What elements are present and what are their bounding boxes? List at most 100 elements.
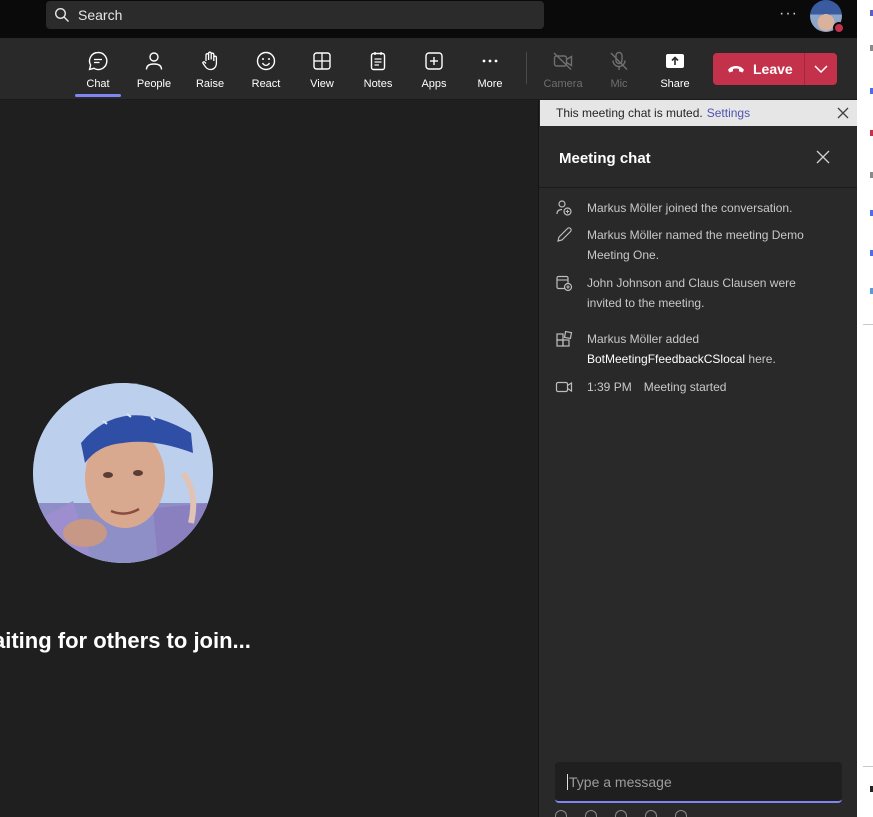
react-label: React: [251, 78, 281, 90]
meeting-stage: aiting for others to join...: [0, 100, 538, 817]
settings-link[interactable]: Settings: [707, 106, 750, 120]
search-box[interactable]: Search: [46, 1, 544, 29]
participant-avatar: [33, 383, 213, 563]
share-button[interactable]: Share: [650, 50, 700, 94]
mic-label: Mic: [610, 78, 628, 90]
apps-button[interactable]: Apps: [409, 50, 459, 94]
waiting-message: aiting for others to join...: [0, 628, 251, 653]
toolbar-divider: [526, 52, 527, 84]
apps-label: Apps: [421, 78, 447, 90]
event-time: 1:39 PM: [587, 380, 632, 394]
leave-button-group: Leave: [713, 53, 837, 85]
edge-divider: [863, 324, 873, 325]
event-text: Markus Möller joined the conversation.: [587, 198, 792, 218]
notes-label: Notes: [363, 78, 393, 90]
video-icon: [555, 381, 573, 393]
leave-label: Leave: [753, 61, 793, 77]
close-icon[interactable]: [836, 106, 850, 120]
bot-name[interactable]: BotMeetingFfeedbackCSlocal: [587, 352, 745, 366]
chat-label: Chat: [86, 78, 110, 90]
chat-event: John Johnson and Claus Clausen were invi…: [555, 273, 845, 313]
chat-title: Meeting chat: [559, 150, 651, 167]
title-bar: Search ···: [0, 0, 857, 38]
raise-label: Raise: [195, 78, 225, 90]
muted-banner-text: This meeting chat is muted.: [556, 106, 703, 120]
chat-event: Markus Möller added BotMeetingFfeedbackC…: [555, 329, 845, 369]
chat-icon: [88, 51, 108, 71]
more-icon: [482, 59, 498, 63]
event-line: Meeting One.: [587, 248, 660, 262]
leave-button[interactable]: Leave: [713, 53, 805, 85]
chat-event: Markus Möller joined the conversation.: [555, 198, 845, 218]
people-button[interactable]: People: [129, 50, 179, 94]
search-label: Search: [78, 7, 123, 23]
sticker-icon[interactable]: [675, 810, 687, 817]
format-icon[interactable]: [555, 810, 567, 817]
mic-off-icon: [610, 51, 628, 70]
gif-icon[interactable]: [645, 810, 657, 817]
camera-button[interactable]: Camera: [538, 50, 588, 94]
event-line: John Johnson and Claus Clausen were: [587, 276, 796, 290]
calendar-add-icon: [556, 275, 573, 292]
status-busy-icon: [833, 22, 845, 34]
attach-icon[interactable]: [585, 810, 597, 817]
user-avatar[interactable]: [810, 0, 845, 34]
event-line-text: Meeting started: [643, 380, 727, 394]
mic-button[interactable]: Mic: [594, 50, 644, 94]
view-icon: [313, 52, 331, 70]
muted-banner: This meeting chat is muted. Settings: [540, 100, 858, 126]
app-add-icon: [556, 330, 573, 347]
leave-options-button[interactable]: [805, 53, 837, 85]
chat-header: Meeting chat: [539, 126, 858, 188]
react-icon: [256, 51, 276, 71]
meeting-toolbar: Chat People Raise React View Notes Apps …: [0, 38, 857, 100]
event-line-rest: here.: [745, 352, 776, 366]
message-placeholder: Type a message: [569, 773, 672, 790]
close-icon[interactable]: [816, 150, 830, 164]
raise-hand-icon: [202, 51, 218, 71]
camera-label: Camera: [543, 78, 583, 90]
background-window-edge: [857, 0, 873, 817]
share-icon: [666, 54, 684, 68]
emoji-icon[interactable]: [615, 810, 627, 817]
event-line: invited to the meeting.: [587, 296, 705, 310]
event-line: Markus Möller added: [587, 332, 700, 346]
more-options-icon[interactable]: ···: [779, 5, 798, 23]
event-text: John Johnson and Claus Clausen were invi…: [587, 273, 796, 313]
more-button[interactable]: More: [465, 50, 515, 94]
people-icon: [145, 52, 163, 70]
search-icon: [54, 7, 69, 22]
event-line: Markus Möller named the meeting Demo: [587, 228, 804, 242]
phone-hangup-icon: [728, 66, 744, 73]
composer-toolbar: [555, 810, 845, 817]
event-text: Markus Möller added BotMeetingFfeedbackC…: [587, 329, 776, 369]
apps-icon: [425, 52, 443, 70]
event-line: 1:39 PM Meeting started: [587, 377, 726, 397]
pencil-icon: [557, 227, 572, 242]
event-line: Markus Möller joined the conversation.: [587, 201, 793, 215]
chat-button[interactable]: Chat: [73, 50, 123, 94]
message-input[interactable]: Type a message: [555, 762, 842, 803]
notes-button[interactable]: Notes: [353, 50, 403, 94]
notes-icon: [370, 52, 386, 71]
text-caret: [567, 773, 568, 790]
share-label: Share: [660, 78, 690, 90]
event-text: 1:39 PM Meeting started: [587, 377, 726, 397]
view-label: View: [310, 78, 334, 90]
people-label: People: [136, 78, 172, 90]
meeting-chat-panel: This meeting chat is muted. Settings Mee…: [538, 100, 858, 817]
event-text: Markus Möller named the meeting Demo Mee…: [587, 225, 804, 265]
camera-off-icon: [553, 52, 573, 71]
person-add-icon: [556, 200, 572, 216]
raise-hand-button[interactable]: Raise: [185, 50, 235, 94]
event-line: BotMeetingFfeedbackCSlocal here.: [587, 349, 776, 369]
view-button[interactable]: View: [297, 50, 347, 94]
profile-photo: [33, 383, 213, 563]
chevron-down-icon: [814, 65, 828, 73]
edge-divider: [863, 766, 873, 767]
chat-event: Markus Möller named the meeting Demo Mee…: [555, 225, 845, 265]
chat-event: 1:39 PM Meeting started: [555, 377, 845, 397]
active-tab-indicator: [75, 94, 121, 97]
more-label: More: [477, 78, 503, 90]
react-button[interactable]: React: [241, 50, 291, 94]
